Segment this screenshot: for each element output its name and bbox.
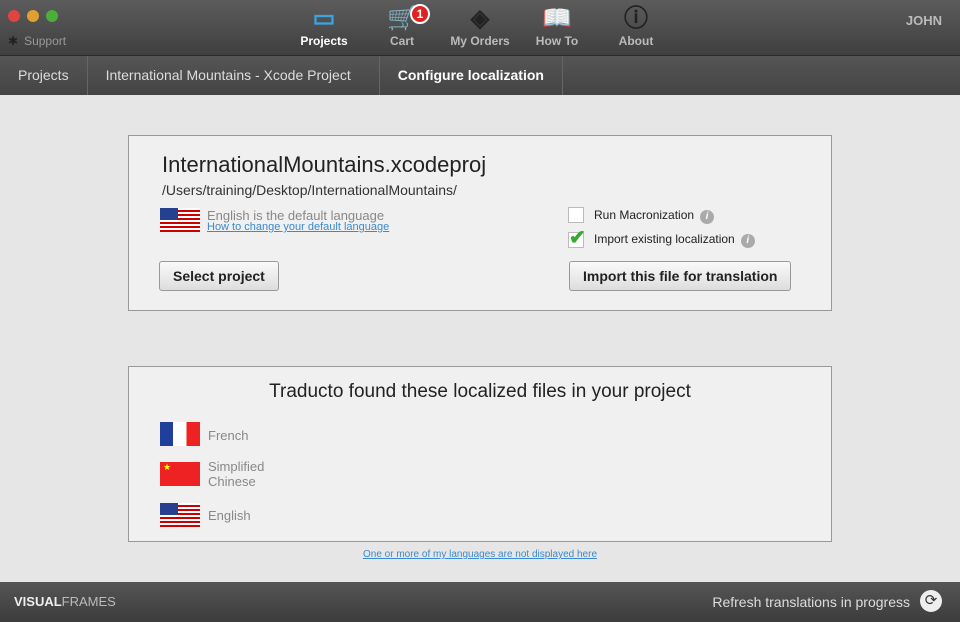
language-chinese: Simplified Chinese xyxy=(208,459,265,489)
orders-icon: ◈ xyxy=(470,5,490,32)
zoom-button[interactable] xyxy=(46,10,58,22)
info-icon[interactable]: i xyxy=(740,234,755,248)
minimize-button[interactable] xyxy=(27,10,39,22)
breadcrumb-project[interactable]: International Mountains - Xcode Project xyxy=(88,56,380,95)
support-link[interactable]: ✱ Support xyxy=(8,34,66,48)
china-flag-icon: ★ xyxy=(160,462,200,486)
nav-how-to[interactable]: 📖 How To xyxy=(517,4,597,48)
import-file-button[interactable]: Import this file for translation xyxy=(569,261,792,291)
book-icon: 📖 xyxy=(542,5,572,32)
uk-flag-icon xyxy=(160,208,200,232)
folder-icon: ▭ xyxy=(312,5,336,32)
project-path: /Users/training/Desktop/InternationalMou… xyxy=(162,182,457,198)
info-icon[interactable]: i xyxy=(700,210,715,224)
run-macronization-checkbox[interactable] xyxy=(568,207,584,223)
brand-logo: VISUALFRAMES xyxy=(14,594,116,609)
import-existing-checkbox[interactable]: ✔ xyxy=(568,227,586,249)
nav-projects[interactable]: ▭ Projects xyxy=(284,4,364,48)
bug-icon: ✱ xyxy=(8,34,19,48)
language-english: English xyxy=(208,508,251,523)
change-language-link[interactable]: How to change your default language xyxy=(207,221,389,233)
window-controls xyxy=(8,10,58,22)
language-french: French xyxy=(208,428,249,443)
project-name: InternationalMountains.xcodeproj xyxy=(162,152,487,177)
localized-files-panel: Traducto found these localized files in … xyxy=(128,366,832,542)
nav-about[interactable]: ⓘ About xyxy=(596,4,676,48)
close-button[interactable] xyxy=(8,10,20,22)
breadcrumb: Projects International Mountains - Xcode… xyxy=(0,56,960,95)
project-panel: InternationalMountains.xcodeproj /Users/… xyxy=(128,135,832,311)
run-macronization-label: Run Macronization i xyxy=(594,208,715,224)
nav-my-orders[interactable]: ◈ My Orders xyxy=(440,4,520,48)
refresh-icon[interactable]: ⟳ xyxy=(920,590,942,612)
checkmark-icon: ✔ xyxy=(569,227,586,249)
missing-languages-link[interactable]: One or more of my languages are not disp… xyxy=(0,549,960,560)
french-flag-icon xyxy=(160,422,200,446)
uk-flag-icon xyxy=(160,503,200,527)
breadcrumb-current: Configure localization xyxy=(380,56,563,95)
cart-badge: 1 xyxy=(410,4,430,24)
user-name[interactable]: JOHN xyxy=(906,13,942,28)
select-project-button[interactable]: Select project xyxy=(159,261,279,291)
import-existing-label: Import existing localization i xyxy=(594,232,755,248)
refresh-status: Refresh translations in progress xyxy=(712,594,910,610)
footer: VISUALFRAMES Refresh translations in pro… xyxy=(0,582,960,622)
nav-cart[interactable]: 🛒 1 Cart xyxy=(362,4,442,48)
toolbar: ✱ Support ▭ Projects 🛒 1 Cart ◈ My Orders 📖 Ho… xyxy=(0,0,960,56)
info-icon: ⓘ xyxy=(624,5,648,32)
found-title: Traducto found these localized files in … xyxy=(269,381,691,402)
breadcrumb-projects[interactable]: Projects xyxy=(0,56,88,95)
